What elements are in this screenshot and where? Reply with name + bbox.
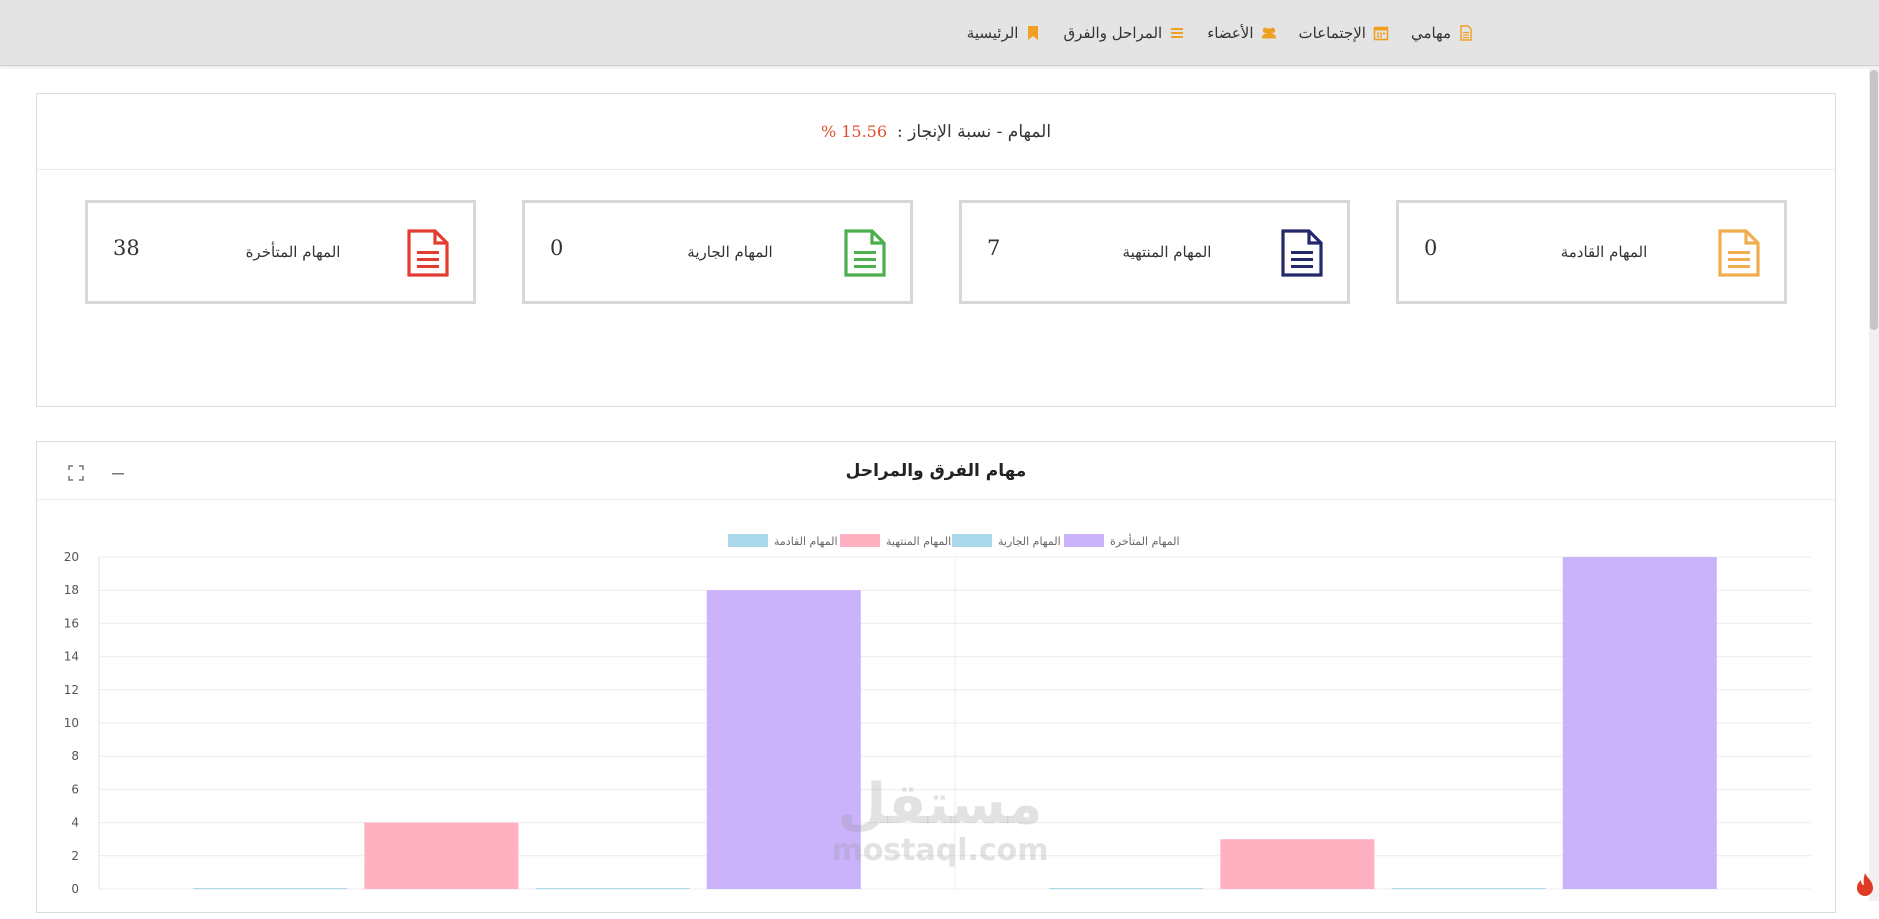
chart-bar (1562, 557, 1717, 889)
nav-item-members[interactable]: الأعضاء (1207, 24, 1276, 42)
legend-label: المهام القادمة (774, 535, 838, 548)
card-value: 0 (550, 236, 564, 260)
chart-bar (1391, 888, 1546, 889)
upcoming-tasks-card[interactable]: 0 المهام القادمة (1396, 200, 1787, 304)
users-icon (1261, 25, 1277, 41)
card-label: المهام القادمة (1560, 243, 1648, 261)
y-tick-label: 4 (71, 816, 79, 830)
list-icon (1169, 25, 1185, 41)
y-tick-label: 2 (71, 849, 79, 863)
calendar-icon (1373, 25, 1389, 41)
y-tick-label: 10 (64, 716, 79, 730)
chart-bar (193, 888, 348, 889)
nav-item-label: الرئيسية (966, 23, 1019, 42)
y-tick-label: 18 (64, 583, 79, 597)
nav-item-label: الأعضاء (1207, 23, 1254, 42)
card-value: 7 (987, 236, 1001, 260)
nav-menu: الرئيسية المراحل والفرق الأعضاء الإجتماع… (967, 0, 1474, 65)
top-navbar: الرئيسية المراحل والفرق الأعضاء الإجتماع… (0, 0, 1879, 66)
file-icon (1458, 24, 1474, 41)
nav-item-label: المراحل والفرق (1063, 23, 1163, 42)
y-tick-label: 0 (71, 882, 79, 896)
nav-item-my-tasks[interactable]: مهامي (1411, 24, 1474, 42)
card-label: المهام المنتهية (1122, 243, 1212, 261)
tasks-progress-panel: المهام - نسبة الإنجاز : 15.56 % 38 المها… (36, 93, 1836, 407)
team-stage-tasks-panel: مهام الفرق والمراحل 0 2 4 6 8 10 12 14 16 18 20 الم… (36, 441, 1836, 913)
progress-title-label: المهام - نسبة الإنجاز : (897, 121, 1052, 142)
y-tick-label: 8 (71, 749, 79, 763)
legend-label: المهام المنتهية (886, 535, 951, 548)
late-tasks-card[interactable]: 38 المهام المتأخرة (85, 200, 476, 304)
chart-bar (706, 590, 861, 889)
card-value: 38 (113, 236, 140, 260)
chart-bar (1049, 888, 1204, 889)
bookmark-icon (1025, 25, 1041, 41)
legend-label: المهام الجارية (998, 535, 1061, 548)
bar-chart: 0 2 4 6 8 10 12 14 16 18 20 المهام القادمة المهام ال… (64, 533, 1811, 896)
nav-item-stages-teams[interactable]: المراحل والفرق (1063, 24, 1185, 42)
flame-icon (1857, 873, 1873, 896)
progress-percentage: 15.56 % (820, 122, 888, 141)
document-icon (1718, 229, 1760, 277)
card-label: المهام الجارية (687, 243, 773, 261)
y-tick-label: 14 (64, 650, 79, 664)
fullscreen-icon[interactable] (67, 464, 85, 482)
progress-title: المهام - نسبة الإنجاز : 15.56 % (37, 94, 1835, 169)
card-label: المهام المتأخرة (245, 243, 341, 261)
nav-item-meetings[interactable]: الإجتماعات (1299, 24, 1389, 42)
nav-item-home[interactable]: الرئيسية (967, 24, 1042, 42)
y-tick-label: 6 (71, 782, 79, 796)
document-icon (844, 229, 886, 277)
y-tick-label: 12 (64, 683, 79, 697)
minimize-icon[interactable] (109, 464, 127, 482)
nav-item-label: مهامي (1410, 23, 1451, 42)
legend-swatch (1064, 534, 1104, 547)
legend-swatch (952, 534, 992, 547)
card-value: 0 (1424, 236, 1438, 260)
tasks-panel-header: المهام - نسبة الإنجاز : 15.56 % (37, 94, 1835, 170)
legend-swatch (840, 534, 880, 547)
y-tick-label: 16 (64, 616, 79, 630)
chart-panel-header: مهام الفرق والمراحل (37, 442, 1835, 500)
chart-bar (1220, 839, 1375, 889)
document-icon (1281, 229, 1323, 277)
chart-bar (364, 822, 519, 889)
legend-swatch (728, 534, 768, 547)
document-icon (407, 229, 449, 277)
nav-item-label: الإجتماعات (1298, 23, 1366, 42)
legend-label: المهام المتأخرة (1110, 533, 1180, 548)
chart-title: مهام الفرق والمراحل (845, 460, 1027, 481)
finished-tasks-card[interactable]: 7 المهام المنتهية (959, 200, 1350, 304)
chart-bar (535, 888, 690, 889)
y-tick-label: 20 (64, 550, 79, 564)
scrollbar-thumb[interactable] (1870, 70, 1878, 330)
ongoing-tasks-card[interactable]: 0 المهام الجارية (522, 200, 913, 304)
